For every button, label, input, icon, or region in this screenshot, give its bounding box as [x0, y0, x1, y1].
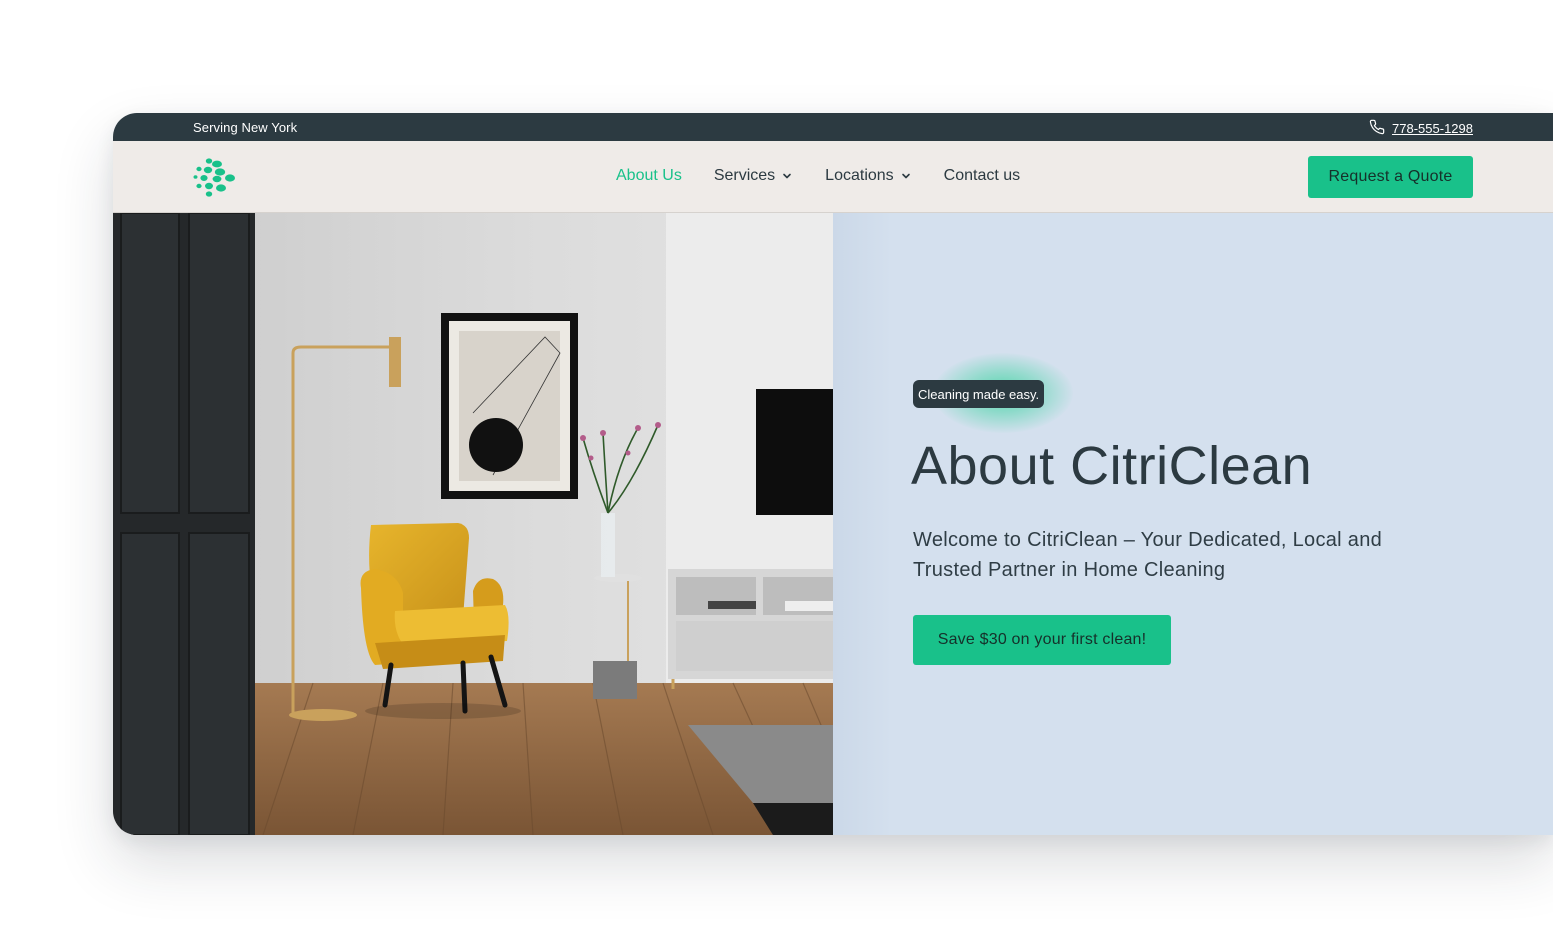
nav-item-label: About Us: [616, 167, 682, 184]
hero-subtitle: Welcome to CitriClean – Your Dedicated, …: [913, 529, 1383, 581]
request-quote-button[interactable]: Request a Quote: [1308, 156, 1473, 198]
hero-image: [113, 213, 833, 835]
nav-item-about-us[interactable]: About Us: [616, 167, 682, 185]
hero-content: Cleaning made easy. About CitriClean Wel…: [833, 213, 1553, 835]
page-title: About CitriClean: [911, 436, 1313, 496]
nav-item-label: Services: [713, 167, 776, 184]
nav-item-label: Contact us: [943, 167, 1021, 184]
nav-item-label: Locations: [825, 167, 894, 184]
serving-area-text: Serving New York: [193, 120, 298, 135]
nav-item-locations[interactable]: Locations: [825, 167, 912, 185]
phone-contact[interactable]: 778-555-1298: [1369, 119, 1473, 138]
phone-link[interactable]: 778-555-1298: [1392, 121, 1473, 136]
first-clean-offer-button[interactable]: Save $30 on your first clean!: [913, 615, 1171, 665]
chevron-down-icon: [900, 170, 912, 182]
page-card: Serving New York 778-555-1298 About Us S…: [113, 113, 1553, 835]
nav-menu: About Us Services Locations Contact us: [616, 167, 1052, 185]
main-nav: About Us Services Locations Contact us R…: [113, 141, 1553, 213]
nav-item-contact-us[interactable]: Contact us: [944, 167, 1020, 185]
tagline-badge: Cleaning made easy.: [913, 380, 1045, 408]
nav-item-services[interactable]: Services: [714, 167, 793, 185]
phone-icon: [1369, 119, 1385, 138]
top-bar: Serving New York 778-555-1298: [113, 113, 1553, 141]
chevron-down-icon: [781, 170, 793, 182]
citriclean-logo-icon[interactable]: [193, 157, 237, 197]
